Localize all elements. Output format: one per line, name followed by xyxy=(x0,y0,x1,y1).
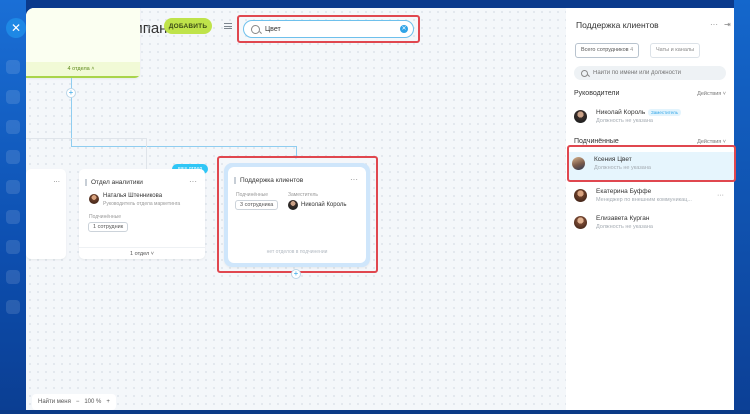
employees-chip[interactable]: 1 сотрудник xyxy=(88,222,129,232)
zoom-in-button[interactable]: + xyxy=(106,399,110,405)
more-icon[interactable]: ... xyxy=(53,175,60,184)
search-icon xyxy=(251,24,260,34)
zoom-bar: Найти меня − 100 % + xyxy=(32,394,116,410)
add-button[interactable]: ДОБАВИТЬ xyxy=(164,18,212,34)
subordinates-label: Подчинённые xyxy=(89,214,122,220)
deputy-badge: Заместитель xyxy=(648,109,681,116)
connector-line xyxy=(146,138,147,169)
list-item[interactable]: Екатерина Буффе Менеджер по внешним комм… xyxy=(570,184,732,210)
zoom-out-button[interactable]: − xyxy=(76,399,80,405)
collapse-icon[interactable]: ⇥ xyxy=(724,20,731,29)
panel-title: Поддержка клиентов xyxy=(576,20,659,30)
avatar xyxy=(574,110,587,123)
leaders-title: Руководители xyxy=(574,90,620,97)
department-footer[interactable]: 1 отдел ˅ xyxy=(79,247,205,259)
person-highlight-frame xyxy=(567,145,736,182)
pin-icon[interactable]: ⌖ xyxy=(146,22,156,34)
department-card[interactable]: ... xyxy=(26,169,66,259)
person-name: Екатерина Буффе xyxy=(596,188,652,195)
person-role: Должность не указана xyxy=(596,118,653,124)
search-input[interactable] xyxy=(265,25,395,33)
subordinates-label: Подчинённые xyxy=(236,192,269,198)
department-card-analytics[interactable]: Отдел аналитики ··· Наталья Штенникова Р… xyxy=(79,169,205,259)
search-highlight-frame: ✕ xyxy=(237,15,420,43)
background-right-strip xyxy=(734,0,750,414)
deputy-name[interactable]: Николай Король xyxy=(301,202,346,208)
background-bottom-strip xyxy=(0,410,750,414)
tab-chats[interactable]: Чаты и каналы xyxy=(650,43,701,58)
avatar[interactable] xyxy=(288,200,298,210)
person-name: Елизавета Курган xyxy=(596,215,650,222)
no-departments-text: нет отделов в подчинении xyxy=(266,249,328,255)
person-role: Менеджер по внешним коммуникац... xyxy=(596,197,692,203)
parent-department-footer[interactable]: 4 отдела ˄ xyxy=(26,62,140,76)
deputy-label: Заместитель xyxy=(288,192,318,198)
panel-search[interactable] xyxy=(574,66,726,80)
employees-chip[interactable]: 3 сотрудника xyxy=(235,200,279,210)
add-node-icon[interactable]: + xyxy=(291,269,301,279)
more-icon[interactable]: ··· xyxy=(189,177,197,186)
list-item[interactable]: Елизавета Курган Должность не указана xyxy=(570,211,732,237)
connector-line xyxy=(71,146,296,147)
department-title: Поддержка клиентов xyxy=(233,177,304,184)
person-name: Николай Король xyxy=(596,109,646,116)
find-me-button[interactable]: Найти меня xyxy=(38,399,71,405)
zoom-level: 100 % xyxy=(84,399,102,405)
head-name[interactable]: Наталья Штенникова xyxy=(103,193,162,199)
head-role: Руководитель отдела маркетинга xyxy=(103,201,181,207)
side-panel: Поддержка клиентов ··· ⇥ Всего сотрудник… xyxy=(566,8,734,412)
parent-department-card[interactable]: 4 отдела ˄ xyxy=(26,8,140,78)
menu-icon[interactable] xyxy=(224,23,232,29)
list-item[interactable]: Николай Король Заместитель Должность не … xyxy=(570,105,732,131)
tab-all-employees[interactable]: Всего сотрудников 4 xyxy=(575,43,640,58)
close-icon[interactable]: ✕ xyxy=(6,18,26,38)
avatar xyxy=(574,189,587,202)
org-canvas[interactable]: Структура компании ⌖ ДОБАВИТЬ ✕ 4 отдела… xyxy=(26,8,566,412)
background-sidebar xyxy=(0,0,26,414)
connector-line xyxy=(26,138,146,139)
leaders-actions-button[interactable]: Действия ˅ xyxy=(697,91,726,97)
more-icon[interactable]: ··· xyxy=(350,175,358,184)
person-role: Должность не указана xyxy=(596,224,653,230)
department-title: Отдел аналитики xyxy=(85,179,143,186)
department-card-support[interactable]: Поддержка клиентов ··· Подчинённые 3 сот… xyxy=(224,163,370,267)
add-node-icon[interactable]: + xyxy=(66,88,76,98)
panel-search-input[interactable] xyxy=(593,70,723,76)
more-icon[interactable]: ··· xyxy=(717,192,724,199)
avatar xyxy=(574,216,587,229)
more-icon[interactable]: ··· xyxy=(710,20,718,29)
clear-search-icon[interactable]: ✕ xyxy=(400,25,408,33)
subordinates-title: Подчинённые xyxy=(574,138,619,145)
search-icon xyxy=(581,69,588,77)
avatar[interactable] xyxy=(89,194,99,204)
search-box[interactable]: ✕ xyxy=(243,20,414,38)
